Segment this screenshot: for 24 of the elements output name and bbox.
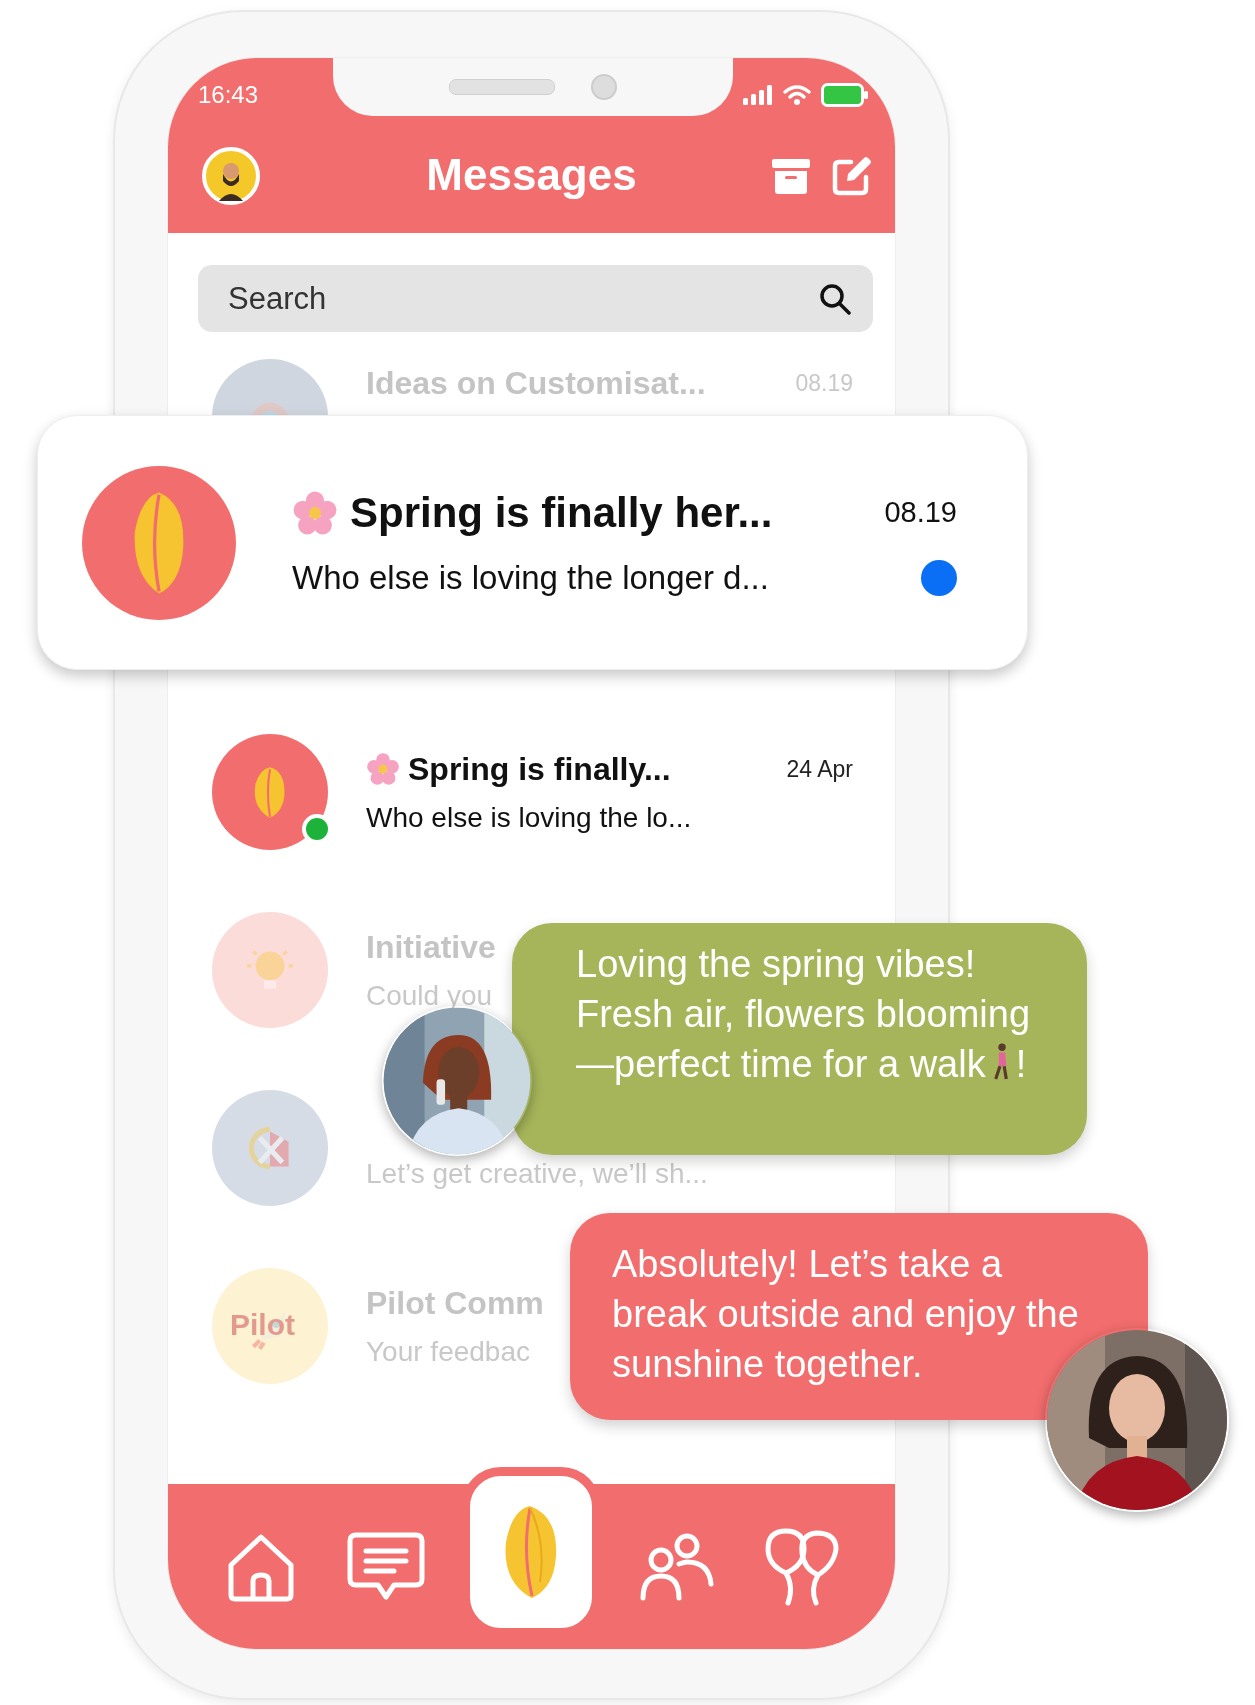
compose-icon[interactable]	[831, 155, 873, 197]
signal-icon	[743, 85, 773, 105]
notification-time: 08.19	[884, 496, 957, 529]
people-icon	[638, 1531, 715, 1602]
avatar-label: Pilot	[230, 1308, 295, 1342]
message-text: Absolutely! Let’s take a break outside and enjoy the sunshine together.	[612, 1242, 1080, 1387]
conversation-title[interactable]: Spring is finally...	[408, 750, 671, 788]
conversation-title[interactable]: Ideas on Customisat...	[366, 365, 706, 402]
conversation-preview: Who else is loving the lo...	[366, 801, 692, 834]
message-text: Loving the spring vibes! Fresh air, flowers blooming—perfect time for a walk !	[576, 942, 1032, 1087]
status-time: 16:43	[198, 81, 259, 109]
search-field[interactable]: Search	[198, 265, 873, 332]
battery-icon	[821, 83, 869, 107]
notification-preview: Who else is loving the longer d...	[292, 558, 769, 597]
conversation-title[interactable]: Initiative	[366, 928, 496, 966]
balloons-icon	[764, 1526, 841, 1607]
search-icon[interactable]	[819, 283, 851, 315]
conversation-time: 24 Apr	[786, 755, 853, 783]
wifi-icon	[783, 84, 811, 106]
archive-icon[interactable]	[771, 157, 811, 195]
screen-title: Messages	[426, 150, 637, 200]
notification-title: Spring is finally her...	[350, 488, 773, 537]
notification-card[interactable]: Spring is finally her... 08.19 Who else is loving the longer d...	[37, 415, 1028, 670]
conversation-title[interactable]: Pilot Comm	[366, 1284, 544, 1322]
